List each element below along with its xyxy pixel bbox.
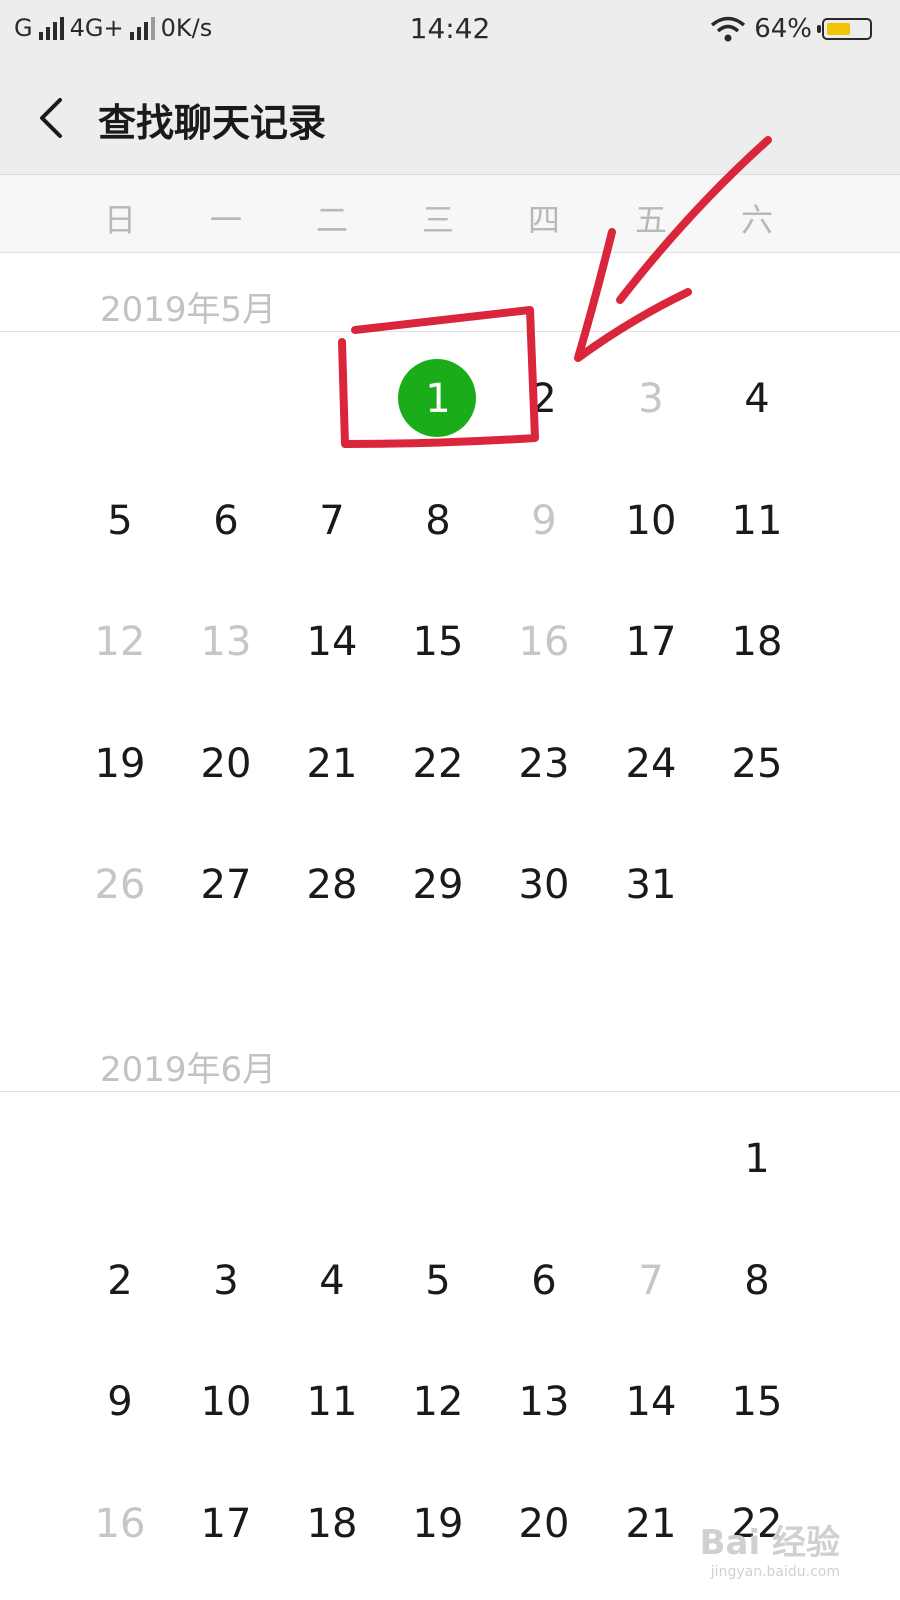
day-cell[interactable]: 31 — [611, 865, 691, 905]
day-cell[interactable]: 30 — [504, 865, 584, 905]
day-cell[interactable]: 6 — [186, 501, 266, 541]
day-cell[interactable]: 24 — [611, 744, 691, 784]
day-cell: 7 — [638, 1257, 664, 1304]
day-cell[interactable]: 21 — [611, 1504, 691, 1544]
day-cell[interactable]: 11 — [717, 501, 797, 541]
battery-percent: 64% — [754, 14, 812, 44]
day-cell[interactable]: 8 — [717, 1261, 797, 1301]
day-cell[interactable]: 4 — [717, 379, 797, 419]
day-cell[interactable]: 25 — [717, 744, 797, 784]
day-cell: 16 — [518, 619, 570, 665]
selected-day-cell[interactable]: 1 — [398, 379, 478, 419]
day-cell: 13 — [200, 619, 252, 665]
day-cell[interactable]: 10 — [611, 501, 691, 541]
day-cell[interactable]: 15 — [398, 622, 478, 662]
weekday-label: 六 — [740, 201, 773, 239]
weekday-label: 一 — [209, 201, 242, 239]
day-cell[interactable]: 17 — [186, 1504, 266, 1544]
day-cell[interactable]: 12 — [398, 1382, 478, 1422]
month-heading: 2019年5月 — [100, 290, 277, 330]
weekday-label: 二 — [315, 201, 348, 239]
watermark-brand: Bai 经验 — [699, 1523, 840, 1563]
day-cell[interactable]: 14 — [292, 622, 372, 662]
watermark: Bai 经验 jingyan.baidu.com — [700, 1515, 840, 1580]
day-cell[interactable]: 15 — [717, 1382, 797, 1422]
day-cell[interactable]: 14 — [611, 1382, 691, 1422]
day-cell: 3 — [638, 376, 664, 422]
month-divider — [0, 1091, 900, 1092]
day-cell: 26 — [94, 862, 146, 908]
day-cell[interactable]: 19 — [398, 1504, 478, 1544]
day-cell[interactable]: 23 — [504, 744, 584, 784]
day-cell[interactable]: 20 — [186, 744, 266, 784]
day-cell[interactable]: 29 — [398, 865, 478, 905]
day-cell: 9 — [531, 497, 557, 544]
battery-icon — [817, 18, 872, 40]
day-cell[interactable]: 17 — [611, 622, 691, 662]
day-cell[interactable]: 18 — [292, 1504, 372, 1544]
weekday-label: 四 — [527, 201, 560, 239]
day-cell[interactable]: 28 — [292, 865, 372, 905]
day-cell[interactable]: 2 — [80, 1261, 160, 1301]
wifi-icon — [711, 16, 746, 42]
weekday-label: 三 — [421, 201, 454, 239]
day-cell[interactable]: 21 — [292, 744, 372, 784]
page-title: 查找聊天记录 — [98, 101, 327, 145]
app-bar: 查找聊天记录 — [0, 62, 900, 175]
day-cell[interactable]: 2 — [504, 379, 584, 419]
day-cell: 16 — [94, 1500, 146, 1547]
back-chevron-icon[interactable] — [32, 88, 72, 148]
month-heading: 2019年6月 — [100, 1050, 277, 1090]
day-cell[interactable]: 8 — [398, 501, 478, 541]
day-cell[interactable]: 4 — [292, 1261, 372, 1301]
day-cell[interactable]: 20 — [504, 1504, 584, 1544]
day-cell[interactable]: 11 — [292, 1382, 372, 1422]
weekday-label: 五 — [634, 201, 667, 239]
month-divider — [0, 331, 900, 332]
day-cell[interactable]: 13 — [504, 1382, 584, 1422]
day-cell[interactable]: 5 — [80, 501, 160, 541]
day-cell[interactable]: 1 — [717, 1139, 797, 1179]
day-cell[interactable]: 22 — [398, 744, 478, 784]
day-cell[interactable]: 6 — [504, 1261, 584, 1301]
day-cell[interactable]: 18 — [717, 622, 797, 662]
day-cell: 12 — [94, 619, 146, 665]
weekday-label: 日 — [103, 201, 136, 239]
day-cell[interactable]: 5 — [398, 1261, 478, 1301]
day-cell[interactable]: 27 — [186, 865, 266, 905]
day-cell[interactable]: 10 — [186, 1382, 266, 1422]
weekday-header: 日一二三四五六 — [0, 175, 900, 253]
day-cell[interactable]: 7 — [292, 501, 372, 541]
status-bar: G 4G+ 0K/s 14:42 64% — [0, 0, 900, 62]
watermark-url: jingyan.baidu.com — [710, 1564, 840, 1580]
status-right: 64% — [710, 14, 872, 44]
day-cell[interactable]: 3 — [186, 1261, 266, 1301]
day-cell[interactable]: 9 — [80, 1382, 160, 1422]
day-cell[interactable]: 19 — [80, 744, 160, 784]
